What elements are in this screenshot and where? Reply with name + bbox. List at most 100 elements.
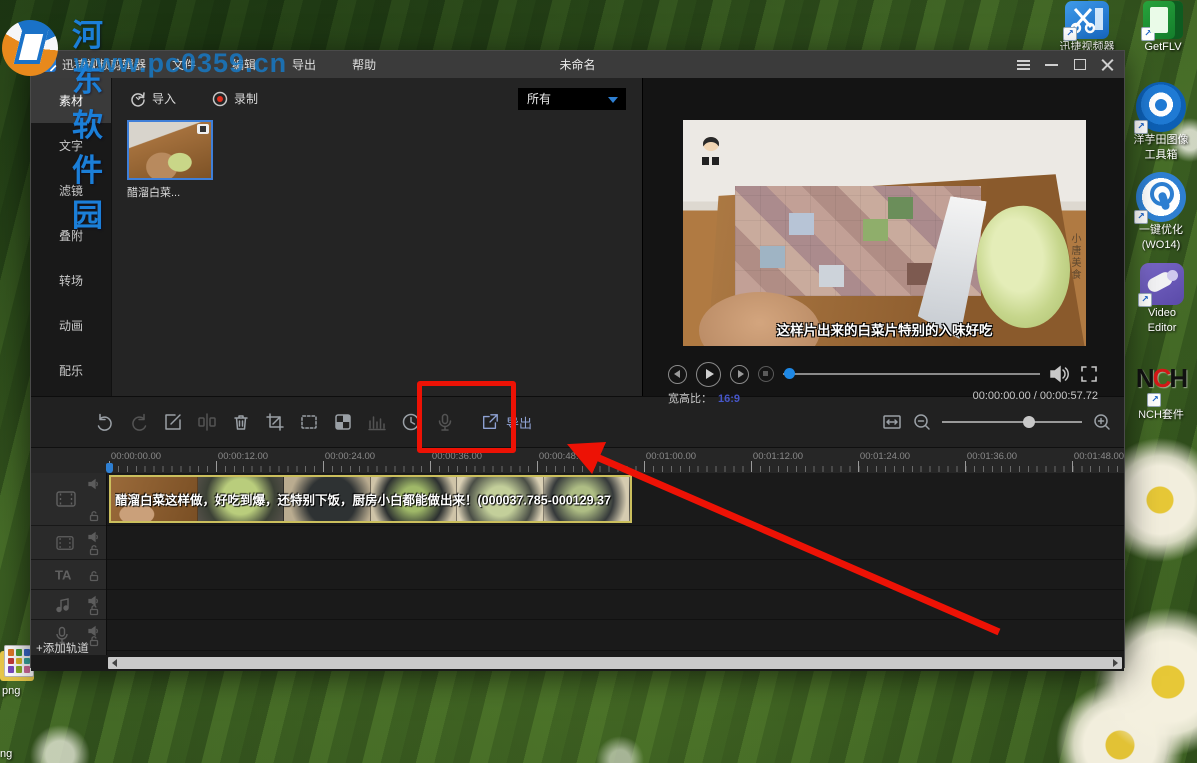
- mute-track-icon[interactable]: [88, 530, 100, 542]
- lock-track-icon[interactable]: [88, 569, 100, 581]
- edit-clip-button[interactable]: [163, 412, 183, 432]
- voiceover-button[interactable]: [435, 412, 455, 432]
- video-track-icon[interactable]: [55, 489, 77, 509]
- lock-track-icon[interactable]: [88, 509, 100, 521]
- timeline-clip[interactable]: 醋溜白菜这样做，好吃到爆，还特别下饭，厨房小白都能做出来！(000037.785…: [109, 475, 632, 523]
- media-item-name: 醋溜白菜...: [127, 184, 213, 200]
- maximize-button[interactable]: [1073, 58, 1086, 71]
- text-track: [31, 560, 1124, 590]
- dropdown-value: 所有: [527, 92, 551, 106]
- undo-button[interactable]: [95, 412, 115, 432]
- split-button[interactable]: [197, 412, 217, 432]
- fit-timeline-icon[interactable]: [882, 412, 902, 432]
- record-button[interactable]: 录制: [212, 90, 258, 107]
- overlay-track-icon[interactable]: [55, 535, 75, 551]
- add-track-button[interactable]: +添加轨道: [36, 640, 89, 656]
- playback-controls: [668, 360, 1098, 388]
- previous-frame-button[interactable]: [668, 365, 687, 384]
- seek-handle[interactable]: [784, 368, 795, 379]
- volume-icon[interactable]: [1049, 364, 1071, 384]
- menu-export[interactable]: 导出: [292, 56, 316, 73]
- stop-button[interactable]: [758, 366, 774, 382]
- one-key-optimize-icon: ↗: [1136, 172, 1186, 222]
- fullscreen-icon[interactable]: [1080, 365, 1098, 383]
- delete-button[interactable]: [231, 412, 251, 432]
- partial-icon-label: ng: [0, 748, 12, 760]
- desktop-icon-label: 一键优化: [1128, 224, 1194, 237]
- sidebar-item-transition[interactable]: 转场: [31, 258, 111, 303]
- export-button[interactable]: 导出: [481, 413, 532, 432]
- timeline-ruler[interactable]: 00:00:00.00 00:00:12.00 00:00:24.00 00:0…: [31, 447, 1124, 473]
- aspect-ratio-label: 宽高比：: [668, 393, 712, 405]
- aperture-icon: ↗: [1136, 82, 1186, 132]
- export-icon: [481, 413, 499, 431]
- scrollbar-row: [31, 655, 1124, 671]
- ruler-major-ticks: [109, 461, 1124, 472]
- audio-wave-button[interactable]: [367, 412, 387, 432]
- close-button[interactable]: [1101, 58, 1114, 71]
- seek-bar[interactable]: [783, 373, 1040, 375]
- clip-filename: 醋溜白菜这样做，好吃到爆，还特别下饭，厨房小白都能做出来！(000037.785…: [115, 490, 628, 509]
- sidebar-item-text[interactable]: 文字: [31, 123, 111, 168]
- chevron-down-icon: [608, 97, 618, 103]
- menu-edit[interactable]: 编辑: [232, 56, 256, 73]
- timeline-tracks: 醋溜白菜这样做，好吃到爆，还特别下饭，厨房小白都能做出来！(000037.785…: [31, 473, 1124, 655]
- shortcut-arrow-icon: ↗: [1063, 27, 1077, 41]
- sidebar-item-filter[interactable]: 滤镜: [31, 168, 111, 213]
- duration-button[interactable]: [401, 412, 421, 432]
- minimize-button[interactable]: [1045, 58, 1058, 71]
- app-window: 迅捷视频剪辑器 文件 编辑 导出 帮助 未命名 素材 文字 滤镜 叠附 转场 动…: [30, 50, 1125, 668]
- sidebar-item-animation[interactable]: 动画: [31, 303, 111, 348]
- desktop-icon-getflv[interactable]: ↗ GetFLV: [1135, 1, 1191, 54]
- desktop-icon-video-editor[interactable]: ↗ Video Editor: [1134, 263, 1190, 335]
- sidebar-item-music[interactable]: 配乐: [31, 348, 111, 393]
- cartoon-character: [700, 135, 722, 165]
- desktop-icon-label: png: [0, 685, 44, 698]
- play-button[interactable]: [696, 362, 721, 387]
- next-frame-button[interactable]: [730, 365, 749, 384]
- media-filter-dropdown[interactable]: 所有: [518, 88, 626, 110]
- desktop-icon-optimizer[interactable]: ↗ 一键优化 (WO14): [1128, 172, 1194, 252]
- music-track: [31, 590, 1124, 620]
- aspect-ratio-value[interactable]: 16:9: [718, 393, 740, 405]
- film-reel-icon: ↗: [1140, 263, 1184, 305]
- shortcut-arrow-icon: ↗: [1138, 293, 1152, 307]
- getflv-icon: ↗: [1143, 1, 1183, 39]
- media-panel: 导入 录制 所有 醋溜白菜...: [111, 78, 642, 396]
- titlebar: 迅捷视频剪辑器 文件 编辑 导出 帮助 未命名: [31, 51, 1124, 78]
- window-menu-icon[interactable]: [1017, 58, 1030, 71]
- zoom-in-icon[interactable]: [1092, 412, 1112, 432]
- record-icon: [212, 91, 228, 107]
- sidebar-item-overlay[interactable]: 叠附: [31, 213, 111, 258]
- lock-track-icon[interactable]: [88, 634, 100, 646]
- zoom-out-icon[interactable]: [912, 412, 932, 432]
- scroll-left-icon[interactable]: [112, 659, 117, 667]
- crop-button[interactable]: [265, 412, 285, 432]
- desktop-icon-label: NCH套件: [1130, 409, 1192, 422]
- export-label: 导出: [506, 413, 532, 432]
- lock-track-icon[interactable]: [88, 543, 100, 555]
- preview-panel: 小唐美食 这样片出来的白菜片特别的入味好吃: [642, 78, 1124, 396]
- desktop-icon-toolbox[interactable]: ↗ 洋芋田图像 工具箱: [1128, 82, 1194, 162]
- nch-logo-icon: NCH ↗: [1135, 363, 1187, 393]
- redo-button[interactable]: [129, 412, 149, 432]
- desktop-icon-nch[interactable]: NCH ↗ NCH套件: [1130, 363, 1192, 422]
- text-track-icon[interactable]: TA: [55, 567, 71, 582]
- lock-track-icon[interactable]: [88, 603, 100, 615]
- mute-track-icon[interactable]: [88, 477, 100, 489]
- zoom-slider-handle[interactable]: [1023, 416, 1035, 428]
- media-item[interactable]: 醋溜白菜...: [127, 120, 213, 200]
- scroll-right-icon[interactable]: [1113, 659, 1118, 667]
- import-button[interactable]: 导入: [130, 90, 176, 107]
- scale-button[interactable]: [299, 412, 319, 432]
- timeline-zoom-slider[interactable]: [942, 421, 1082, 423]
- playhead[interactable]: [106, 463, 113, 473]
- mosaic-button[interactable]: [333, 412, 353, 432]
- timeline-horizontal-scrollbar[interactable]: [108, 657, 1122, 669]
- menu-file[interactable]: 文件: [172, 56, 196, 73]
- sidebar-item-material[interactable]: 素材: [31, 78, 111, 123]
- desktop-icon-xunjie-video[interactable]: ↗ 迅捷视频器: [1056, 1, 1118, 54]
- app-name: 迅捷视频剪辑器: [62, 56, 146, 73]
- menu-help[interactable]: 帮助: [352, 56, 376, 73]
- music-track-icon[interactable]: [55, 597, 71, 613]
